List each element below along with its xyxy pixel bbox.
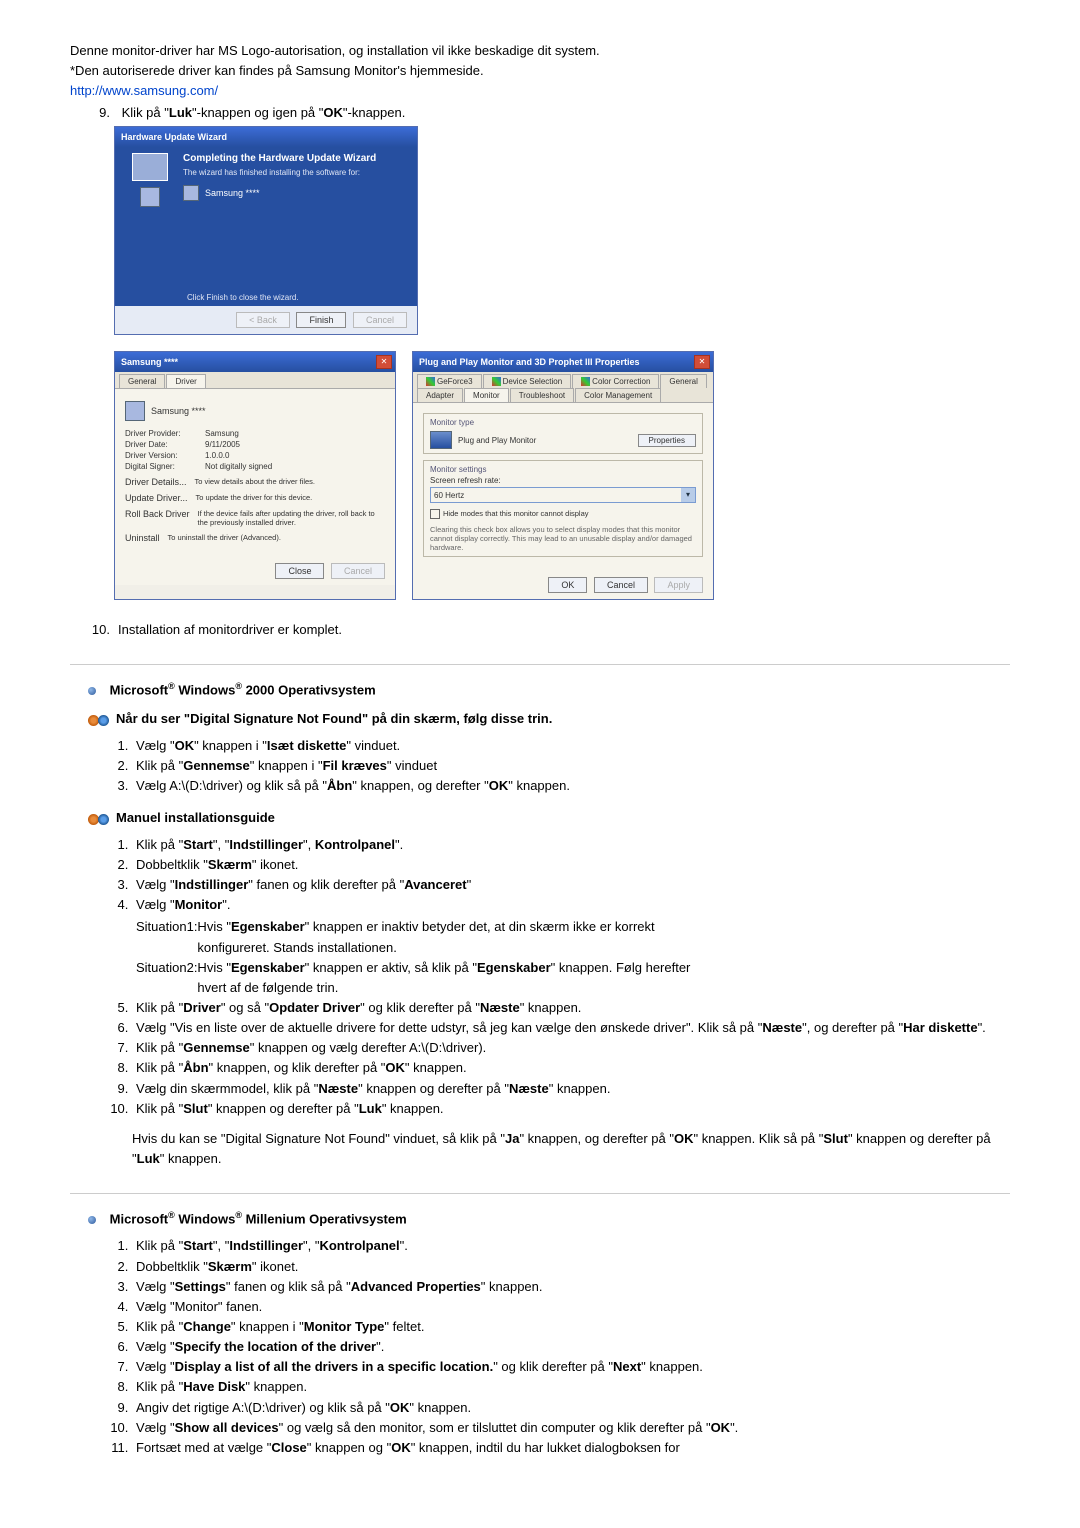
device-icon [183, 185, 199, 201]
monitor-icon [140, 187, 160, 207]
win2000-sub1: Når du ser "Digital Signature Not Found"… [88, 711, 1010, 728]
win2000-steps-b: Klik på "Start", "Indstillinger", Kontro… [70, 835, 1010, 1119]
driver-details-button[interactable]: Driver Details... [125, 477, 187, 487]
wizard-sub: The wizard has finished installing the s… [183, 168, 411, 177]
bullet-icon [88, 1216, 96, 1224]
apply-button[interactable]: Apply [654, 577, 703, 593]
driver-props-title: Samsung **** [115, 352, 395, 372]
update-driver-button[interactable]: Update Driver... [125, 493, 188, 503]
hide-modes-checkbox[interactable] [430, 509, 440, 519]
cancel-button-3[interactable]: Cancel [594, 577, 648, 593]
close-icon[interactable]: ✕ [376, 355, 392, 369]
monitor-icon [125, 401, 145, 421]
ok-button[interactable]: OK [548, 577, 587, 593]
rollback-driver-button[interactable]: Roll Back Driver [125, 509, 190, 519]
uninstall-button[interactable]: Uninstall [125, 533, 160, 543]
samsung-link[interactable]: http://www.samsung.com/ [70, 83, 218, 98]
cancel-button-2[interactable]: Cancel [331, 563, 385, 579]
nvidia-icon [492, 377, 501, 386]
back-button[interactable]: < Back [236, 312, 290, 328]
tab-monitor[interactable]: Monitor [464, 388, 509, 402]
close-icon[interactable]: ✕ [694, 355, 710, 369]
tab-driver[interactable]: Driver [166, 374, 205, 388]
step-9: 9. Klik på "Luk"-knappen og igen på "OK"… [70, 103, 1010, 123]
nvidia-icon [426, 377, 435, 386]
tab-geforce[interactable]: GeForce3 [417, 374, 482, 388]
winme-steps: Klik på "Start", "Indstillinger", "Kontr… [70, 1236, 1010, 1458]
wizard-note: Click Finish to close the wizard. [115, 289, 417, 306]
wizard-screenshot: Hardware Update Wizard Completing the Ha… [114, 126, 418, 335]
win2000-sub2: Manuel installationsguide [88, 810, 1010, 827]
step-10: 10.Installation af monitordriver er komp… [70, 620, 1010, 640]
win2000-heading: Microsoft® Windows® 2000 Operativsystem [88, 681, 1010, 697]
properties-button[interactable]: Properties [638, 434, 696, 447]
tab-device-selection[interactable]: Device Selection [483, 374, 572, 388]
wizard-heading: Completing the Hardware Update Wizard [183, 153, 411, 164]
display-props-title: Plug and Play Monitor and 3D Prophet III… [413, 352, 713, 372]
wizard-thumbnail-icon [132, 153, 168, 181]
finish-button[interactable]: Finish [296, 312, 346, 328]
cancel-button[interactable]: Cancel [353, 312, 407, 328]
bullet-icon [88, 687, 96, 695]
winme-heading: Microsoft® Windows® Millenium Operativsy… [88, 1210, 1010, 1226]
close-button[interactable]: Close [275, 563, 324, 579]
gear-icon [88, 712, 110, 728]
device-name: Samsung **** [205, 188, 260, 198]
tab-general[interactable]: General [119, 374, 165, 388]
tab-troubleshoot[interactable]: Troubleshoot [510, 388, 574, 402]
nvidia-icon [581, 377, 590, 386]
display-properties-dialog: Plug and Play Monitor and 3D Prophet III… [412, 351, 714, 600]
tab-adapter[interactable]: Adapter [417, 388, 463, 402]
wizard-title: Hardware Update Wizard [115, 127, 417, 147]
chevron-down-icon: ▾ [681, 488, 695, 502]
intro-line2: *Den autoriserede driver kan findes på S… [70, 62, 1010, 80]
intro-line1: Denne monitor-driver har MS Logo-autoris… [70, 42, 1010, 60]
refresh-rate-select[interactable]: 60 Hertz ▾ [430, 487, 696, 503]
tab-general2[interactable]: General [660, 374, 706, 388]
intro-block: Denne monitor-driver har MS Logo-autoris… [70, 42, 1010, 101]
driver-device-name: Samsung **** [151, 406, 206, 416]
tab-color-correction[interactable]: Color Correction [572, 374, 659, 388]
win2000-steps-a: Vælg "OK" knappen i "Isæt diskette" vind… [70, 736, 1010, 796]
monitor-icon [430, 431, 452, 449]
driver-properties-dialog: Samsung **** ✕ General Driver Samsung **… [114, 351, 396, 600]
gear-icon [88, 811, 110, 827]
win2000-note: Hvis du kan se "Digital Signature Not Fo… [70, 1129, 1010, 1169]
tab-color-mgmt[interactable]: Color Management [575, 388, 661, 402]
